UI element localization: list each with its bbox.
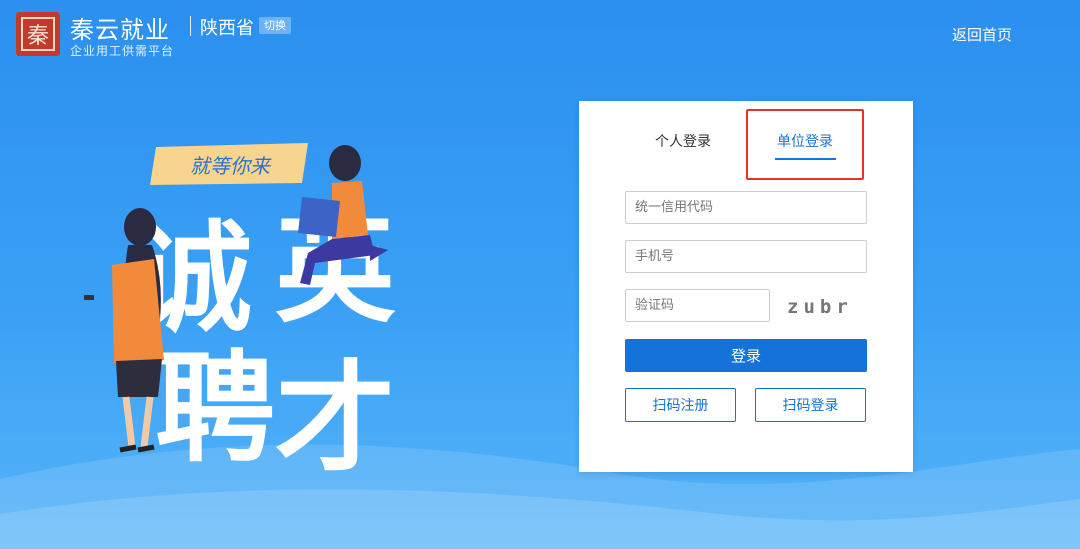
headline-char-4: 才 — [275, 350, 395, 489]
captcha-input[interactable] — [625, 289, 770, 322]
annotation-highlight-box — [746, 109, 864, 180]
back-home-link[interactable]: 返回首页 — [952, 24, 1012, 45]
logo-seal: 秦 — [21, 17, 55, 51]
logo: 秦 — [16, 12, 60, 56]
tab-personal-login[interactable]: 个人登录 — [655, 131, 711, 151]
login-card: 个人登录 单位登录 zubr 登录 扫码注册 扫码登录 — [579, 101, 913, 472]
scan-login-button[interactable]: 扫码登录 — [755, 388, 866, 422]
province-label: 陕西省 — [200, 18, 254, 39]
headline-char-3: 聘 — [155, 340, 275, 479]
login-button[interactable]: 登录 — [625, 339, 867, 372]
recruitment-illustration: 就等你来 诚 英 聘 才 — [84, 143, 396, 489]
phone-input[interactable] — [625, 240, 867, 273]
switch-province-button[interactable]: 切换 — [259, 17, 291, 34]
scan-register-button[interactable]: 扫码注册 — [625, 388, 736, 422]
slogan-text: 就等你来 — [190, 154, 272, 178]
header-divider — [190, 16, 191, 36]
credit-code-input[interactable] — [625, 191, 867, 224]
brand-subtitle: 企业用工供需平台 — [70, 44, 175, 58]
brand-title: 秦云就业 — [70, 16, 170, 44]
captcha-image[interactable]: zubr — [787, 296, 853, 318]
slogan-ribbon: 就等你来 — [150, 143, 308, 185]
